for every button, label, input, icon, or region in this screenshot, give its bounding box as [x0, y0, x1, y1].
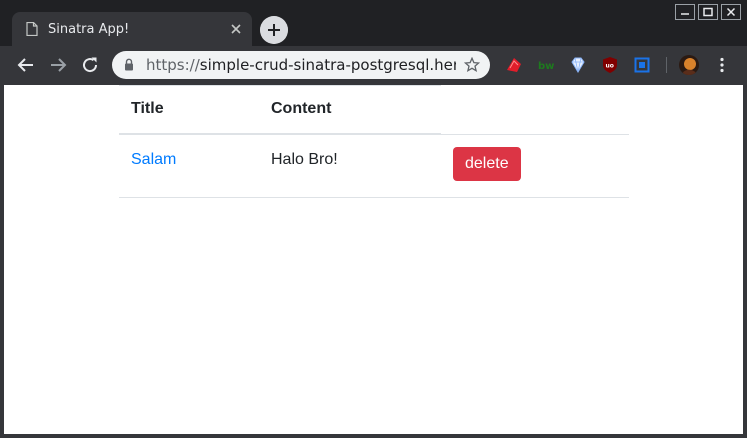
window-frame-bottom — [0, 434, 747, 438]
forward-arrow-icon[interactable] — [47, 54, 69, 76]
window-frame-right — [743, 85, 747, 438]
close-window-button[interactable] — [721, 4, 741, 20]
tab-strip: Sinatra App! — [0, 0, 747, 46]
url-text: https://simple-crud-sinatra-postgresql.h… — [146, 56, 456, 74]
url-scheme: https:// — [146, 56, 200, 74]
ublock-extension-icon[interactable]: uo — [601, 56, 619, 74]
close-tab-icon[interactable] — [228, 21, 244, 37]
table-header-row: Title Content — [119, 85, 629, 135]
cell-content: Halo Bro! — [259, 134, 441, 198]
toolbar-divider — [666, 57, 667, 73]
maximize-button[interactable] — [698, 4, 718, 20]
tab-title: Sinatra App! — [48, 22, 130, 37]
bw-extension-icon[interactable]: bw — [537, 56, 555, 74]
document-icon — [26, 22, 38, 36]
ruby-extension-icon[interactable] — [505, 56, 523, 74]
window-controls — [675, 4, 741, 20]
page-viewport: Title Content Salam Halo Bro! delete — [4, 85, 743, 434]
minimize-button[interactable] — [675, 4, 695, 20]
delete-button[interactable]: delete — [453, 146, 521, 181]
close-window-icon — [726, 7, 736, 17]
cell-actions: delete — [441, 134, 629, 198]
posts-table: Title Content Salam Halo Bro! delete — [119, 85, 629, 198]
post-title-link[interactable]: Salam — [131, 151, 176, 168]
url-host: simple-crud-sinatra-postgresql.her... — [199, 56, 456, 74]
minimize-icon — [681, 13, 689, 15]
svg-text:bw: bw — [538, 61, 554, 72]
maximize-icon — [703, 7, 713, 17]
lock-icon — [125, 58, 133, 71]
kebab-menu-icon[interactable] — [714, 56, 730, 74]
svg-text:uo: uo — [606, 63, 614, 70]
browser-window: Sinatra App! https://simple-crud-sinatra… — [0, 0, 747, 438]
table-row: Salam Halo Bro! delete — [119, 134, 629, 198]
browser-toolbar: https://simple-crud-sinatra-postgresql.h… — [0, 46, 747, 84]
back-arrow-icon[interactable] — [15, 54, 37, 76]
diamond-extension-icon[interactable] — [569, 56, 587, 74]
column-header-content: Content — [259, 85, 441, 135]
bookmark-star-icon[interactable] — [464, 57, 480, 73]
square-extension-icon[interactable] — [633, 56, 651, 74]
profile-avatar[interactable] — [679, 55, 699, 75]
column-header-title: Title — [119, 85, 259, 135]
column-header-actions — [441, 85, 629, 135]
browser-tab[interactable]: Sinatra App! — [12, 12, 252, 46]
reload-icon[interactable] — [79, 54, 101, 76]
cell-title: Salam — [119, 134, 259, 198]
address-bar[interactable]: https://simple-crud-sinatra-postgresql.h… — [112, 51, 490, 79]
new-tab-button[interactable] — [260, 16, 288, 44]
